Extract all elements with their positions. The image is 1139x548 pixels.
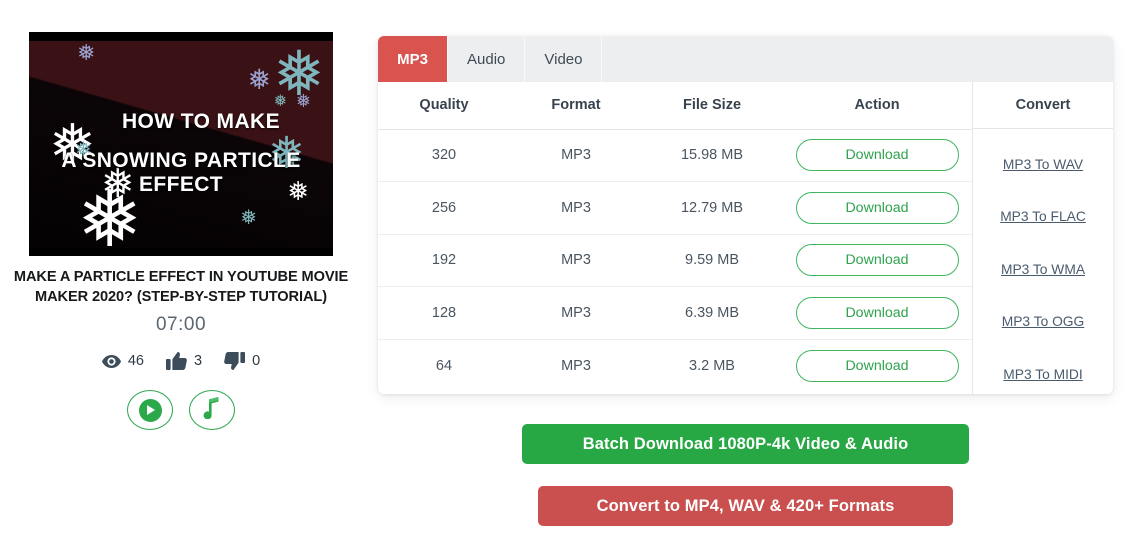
table-row: 192 MP3 9.59 MB Download — [378, 234, 972, 287]
stat-views: 46 — [101, 353, 144, 370]
cell-file-size: 6.39 MB — [642, 286, 782, 340]
views-count: 46 — [127, 353, 144, 370]
cell-file-size: 12.79 MB — [642, 181, 782, 235]
play-icon — [138, 398, 162, 422]
convert-cell: MP3 To FLAC — [973, 191, 1113, 244]
convert-formats-button[interactable]: Convert to MP4, WAV & 420+ Formats — [538, 486, 953, 526]
tab-mp3[interactable]: MP3 — [378, 36, 448, 82]
eye-icon — [101, 354, 121, 368]
cell-quality: 128 — [378, 286, 510, 340]
cell-action: Download — [782, 181, 972, 235]
header-quality: Quality — [378, 82, 510, 130]
stat-likes: 3 — [165, 352, 203, 371]
convert-links-list: MP3 To WAV MP3 To FLAC MP3 To WMA MP3 To… — [973, 129, 1113, 401]
table-row: 256 MP3 12.79 MB Download — [378, 181, 972, 235]
convert-column: Convert MP3 To WAV MP3 To FLAC MP3 To WM… — [972, 82, 1113, 394]
convert-cell: MP3 To WMA — [973, 243, 1113, 296]
tab-audio[interactable]: Audio — [448, 36, 526, 82]
cell-format: MP3 — [510, 286, 642, 340]
cell-action: Download — [782, 129, 972, 182]
video-stats: 46 3 0 — [101, 352, 261, 371]
table-row: 320 MP3 15.98 MB Download — [378, 129, 972, 182]
download-button[interactable]: Download — [795, 139, 959, 172]
video-action-buttons — [127, 390, 235, 431]
cell-file-size: 3.2 MB — [689, 357, 735, 374]
tab-video[interactable]: Video — [525, 36, 603, 82]
header-convert: Convert — [973, 82, 1113, 129]
video-title: MAKE A PARTICLE EFFECT IN YOUTUBE MOVIE … — [13, 269, 349, 306]
thumbs-up-icon — [165, 352, 187, 371]
thumbnail-caption-line1: HOW TO MAKE — [121, 110, 280, 133]
convert-cell: MP3 To MIDI — [973, 348, 1113, 401]
thumbnail-letterbox-bottom — [29, 248, 333, 256]
dislikes-count: 0 — [252, 353, 261, 370]
music-note-icon — [203, 396, 221, 424]
convert-link-wma[interactable]: MP3 To WMA — [1001, 262, 1085, 277]
convert-link-wav[interactable]: MP3 To WAV — [1003, 157, 1083, 172]
table-row: 128 MP3 6.39 MB Download — [378, 286, 972, 340]
cell-quality: 192 — [378, 234, 510, 287]
download-button[interactable]: Download — [795, 296, 959, 329]
header-action: Action — [782, 82, 972, 130]
cell-quality: 64 — [435, 357, 453, 374]
format-tabs: MP3 Audio Video — [378, 36, 1113, 82]
batch-download-button[interactable]: Batch Download 1080P-4k Video & Audio — [522, 424, 969, 464]
cell-format: MP3 — [561, 357, 591, 374]
header-file-size: File Size — [642, 82, 782, 130]
table-row: 64 MP3 3.2 MB Download — [378, 339, 972, 392]
thumbnail-letterbox-top — [29, 32, 333, 41]
likes-count: 3 — [193, 353, 203, 370]
convert-link-ogg[interactable]: MP3 To OGG — [1002, 314, 1085, 329]
cell-format: MP3 — [510, 181, 642, 235]
table-header-row: Quality Format File Size Action — [378, 82, 972, 130]
video-thumbnail[interactable]: ❅ ❅ ❅ ❅ ❅ ❅ ❅ ❅ ❅ ❅ ❅ ❅ HOW TO MAKE A SN… — [29, 32, 333, 256]
header-format: Format — [510, 82, 642, 130]
cell-file-size: 9.59 MB — [642, 234, 782, 287]
cell-action: Download — [782, 286, 972, 340]
download-button[interactable]: Download — [795, 349, 959, 382]
play-button[interactable] — [127, 390, 173, 431]
cell-action: Download — [782, 339, 972, 392]
video-info-card: ❅ ❅ ❅ ❅ ❅ ❅ ❅ ❅ ❅ ❅ ❅ ❅ HOW TO MAKE A SN… — [0, 32, 362, 431]
download-button[interactable]: Download — [795, 191, 959, 224]
convert-cell: MP3 To OGG — [973, 296, 1113, 349]
cell-format: MP3 — [510, 234, 642, 287]
page-root: ❅ ❅ ❅ ❅ ❅ ❅ ❅ ❅ ❅ ❅ ❅ ❅ HOW TO MAKE A SN… — [0, 0, 1139, 548]
convert-link-flac[interactable]: MP3 To FLAC — [1000, 209, 1086, 224]
cta-buttons: Batch Download 1080P-4k Video & Audio Co… — [378, 424, 1113, 526]
tabbar-filler — [602, 36, 1113, 82]
download-panel: MP3 Audio Video Quality Format File Size… — [378, 36, 1113, 394]
stat-dislikes: 0 — [224, 352, 261, 371]
thumbnail-caption: HOW TO MAKE A SNOWING PARTICLE EFFECT — [29, 110, 333, 197]
cell-quality: 320 — [378, 129, 510, 182]
video-duration: 07:00 — [155, 314, 207, 336]
download-table-wrap: Quality Format File Size Action 320 MP3 … — [378, 82, 972, 394]
music-button[interactable] — [189, 390, 235, 431]
convert-link-midi[interactable]: MP3 To MIDI — [1003, 367, 1082, 382]
panel-body: Quality Format File Size Action 320 MP3 … — [378, 82, 1113, 394]
download-table: Quality Format File Size Action 320 MP3 … — [378, 82, 972, 392]
cell-action: Download — [782, 234, 972, 287]
download-button[interactable]: Download — [795, 244, 959, 277]
thumbnail-caption-line2: A SNOWING PARTICLE EFFECT — [61, 149, 301, 196]
cell-format: MP3 — [510, 129, 642, 182]
cell-file-size: 15.98 MB — [642, 129, 782, 182]
cell-quality: 256 — [378, 181, 510, 235]
thumbs-down-icon — [224, 352, 246, 371]
convert-cell: MP3 To WAV — [973, 138, 1113, 191]
